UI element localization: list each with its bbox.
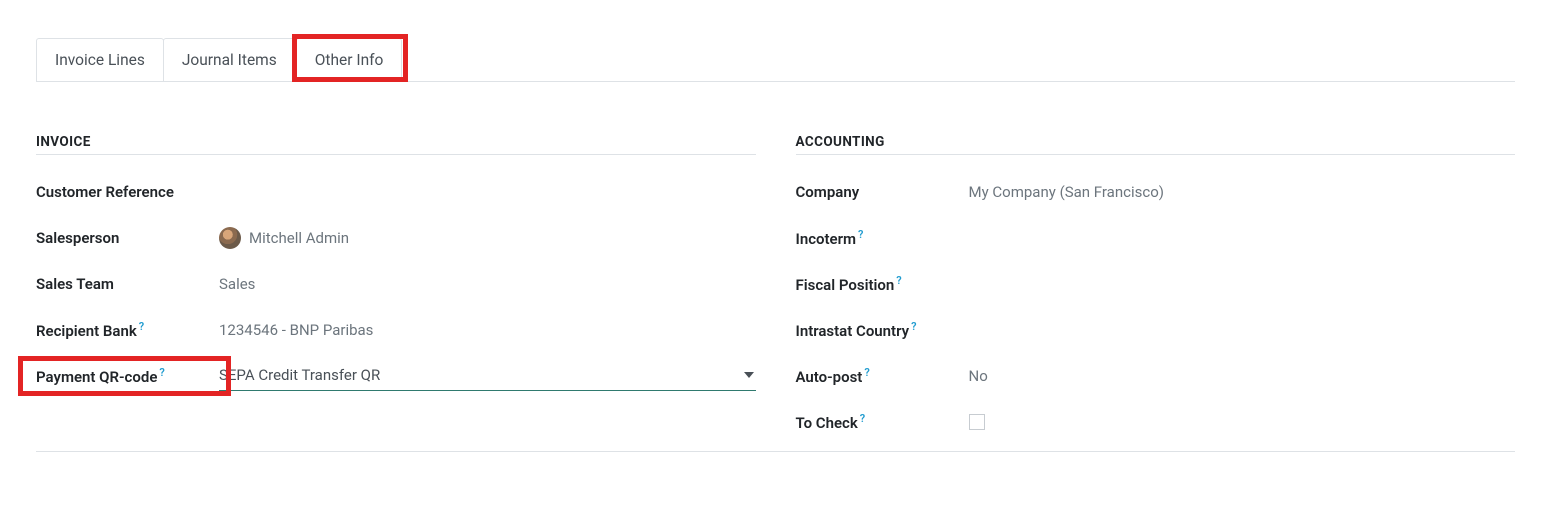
- help-icon[interactable]: ?: [159, 366, 164, 379]
- field-customer-reference: Customer Reference: [36, 175, 756, 209]
- section-title-invoice: INVOICE: [36, 134, 756, 155]
- salesperson-value[interactable]: Mitchell Admin: [219, 227, 756, 249]
- tabs: Invoice Lines Journal Items Other Info: [36, 38, 1515, 82]
- tab-invoice-lines[interactable]: Invoice Lines: [36, 38, 164, 82]
- section-title-accounting: ACCOUNTING: [796, 134, 1516, 155]
- tab-journal-items[interactable]: Journal Items: [163, 38, 296, 82]
- help-icon[interactable]: ?: [860, 412, 865, 425]
- payment-qr-code-label: Payment QR-code?: [36, 366, 165, 386]
- to-check-label: To Check?: [796, 412, 969, 432]
- help-icon[interactable]: ?: [139, 320, 144, 333]
- salesperson-name: Mitchell Admin: [249, 229, 349, 247]
- incoterm-label: Incoterm?: [796, 228, 969, 248]
- help-icon[interactable]: ?: [864, 366, 869, 379]
- help-icon[interactable]: ?: [911, 320, 916, 333]
- field-intrastat-country: Intrastat Country?: [796, 313, 1516, 347]
- field-auto-post: Auto-post? No: [796, 359, 1516, 393]
- help-icon[interactable]: ?: [896, 274, 901, 287]
- section-accounting: ACCOUNTING Company My Company (San Franc…: [796, 134, 1516, 451]
- sales-team-label: Sales Team: [36, 275, 219, 293]
- company-label: Company: [796, 183, 969, 201]
- auto-post-value[interactable]: No: [969, 367, 1516, 385]
- auto-post-label: Auto-post?: [796, 366, 969, 386]
- field-company: Company My Company (San Francisco): [796, 175, 1516, 209]
- recipient-bank-label: Recipient Bank?: [36, 320, 219, 340]
- field-to-check: To Check?: [796, 405, 1516, 439]
- intrastat-country-label: Intrastat Country?: [796, 320, 969, 340]
- recipient-bank-value[interactable]: 1234546 - BNP Paribas: [219, 321, 756, 339]
- field-recipient-bank: Recipient Bank? 1234546 - BNP Paribas: [36, 313, 756, 347]
- field-fiscal-position: Fiscal Position?: [796, 267, 1516, 301]
- customer-reference-label: Customer Reference: [36, 183, 219, 201]
- company-value[interactable]: My Company (San Francisco): [969, 183, 1516, 201]
- help-icon[interactable]: ?: [858, 228, 863, 241]
- payment-qr-code-value: SEPA Credit Transfer QR: [219, 366, 380, 384]
- payment-qr-code-select[interactable]: SEPA Credit Transfer QR: [219, 362, 756, 391]
- header-cutoff: Journal Customer Invoices in USD: [36, 0, 1515, 4]
- sales-team-value[interactable]: Sales: [219, 275, 756, 293]
- form-other-info: INVOICE Customer Reference Salesperson M…: [36, 82, 1515, 452]
- field-sales-team: Sales Team Sales: [36, 267, 756, 301]
- fiscal-position-label: Fiscal Position?: [796, 274, 969, 294]
- field-salesperson: Salesperson Mitchell Admin: [36, 221, 756, 255]
- chevron-down-icon: [744, 372, 754, 378]
- salesperson-label: Salesperson: [36, 229, 219, 247]
- field-incoterm: Incoterm?: [796, 221, 1516, 255]
- tab-other-info[interactable]: Other Info: [296, 38, 403, 82]
- avatar: [219, 227, 241, 249]
- section-invoice: INVOICE Customer Reference Salesperson M…: [36, 134, 756, 451]
- to-check-checkbox[interactable]: [969, 414, 985, 430]
- field-payment-qr-code: Payment QR-code? SEPA Credit Transfer QR: [36, 359, 756, 393]
